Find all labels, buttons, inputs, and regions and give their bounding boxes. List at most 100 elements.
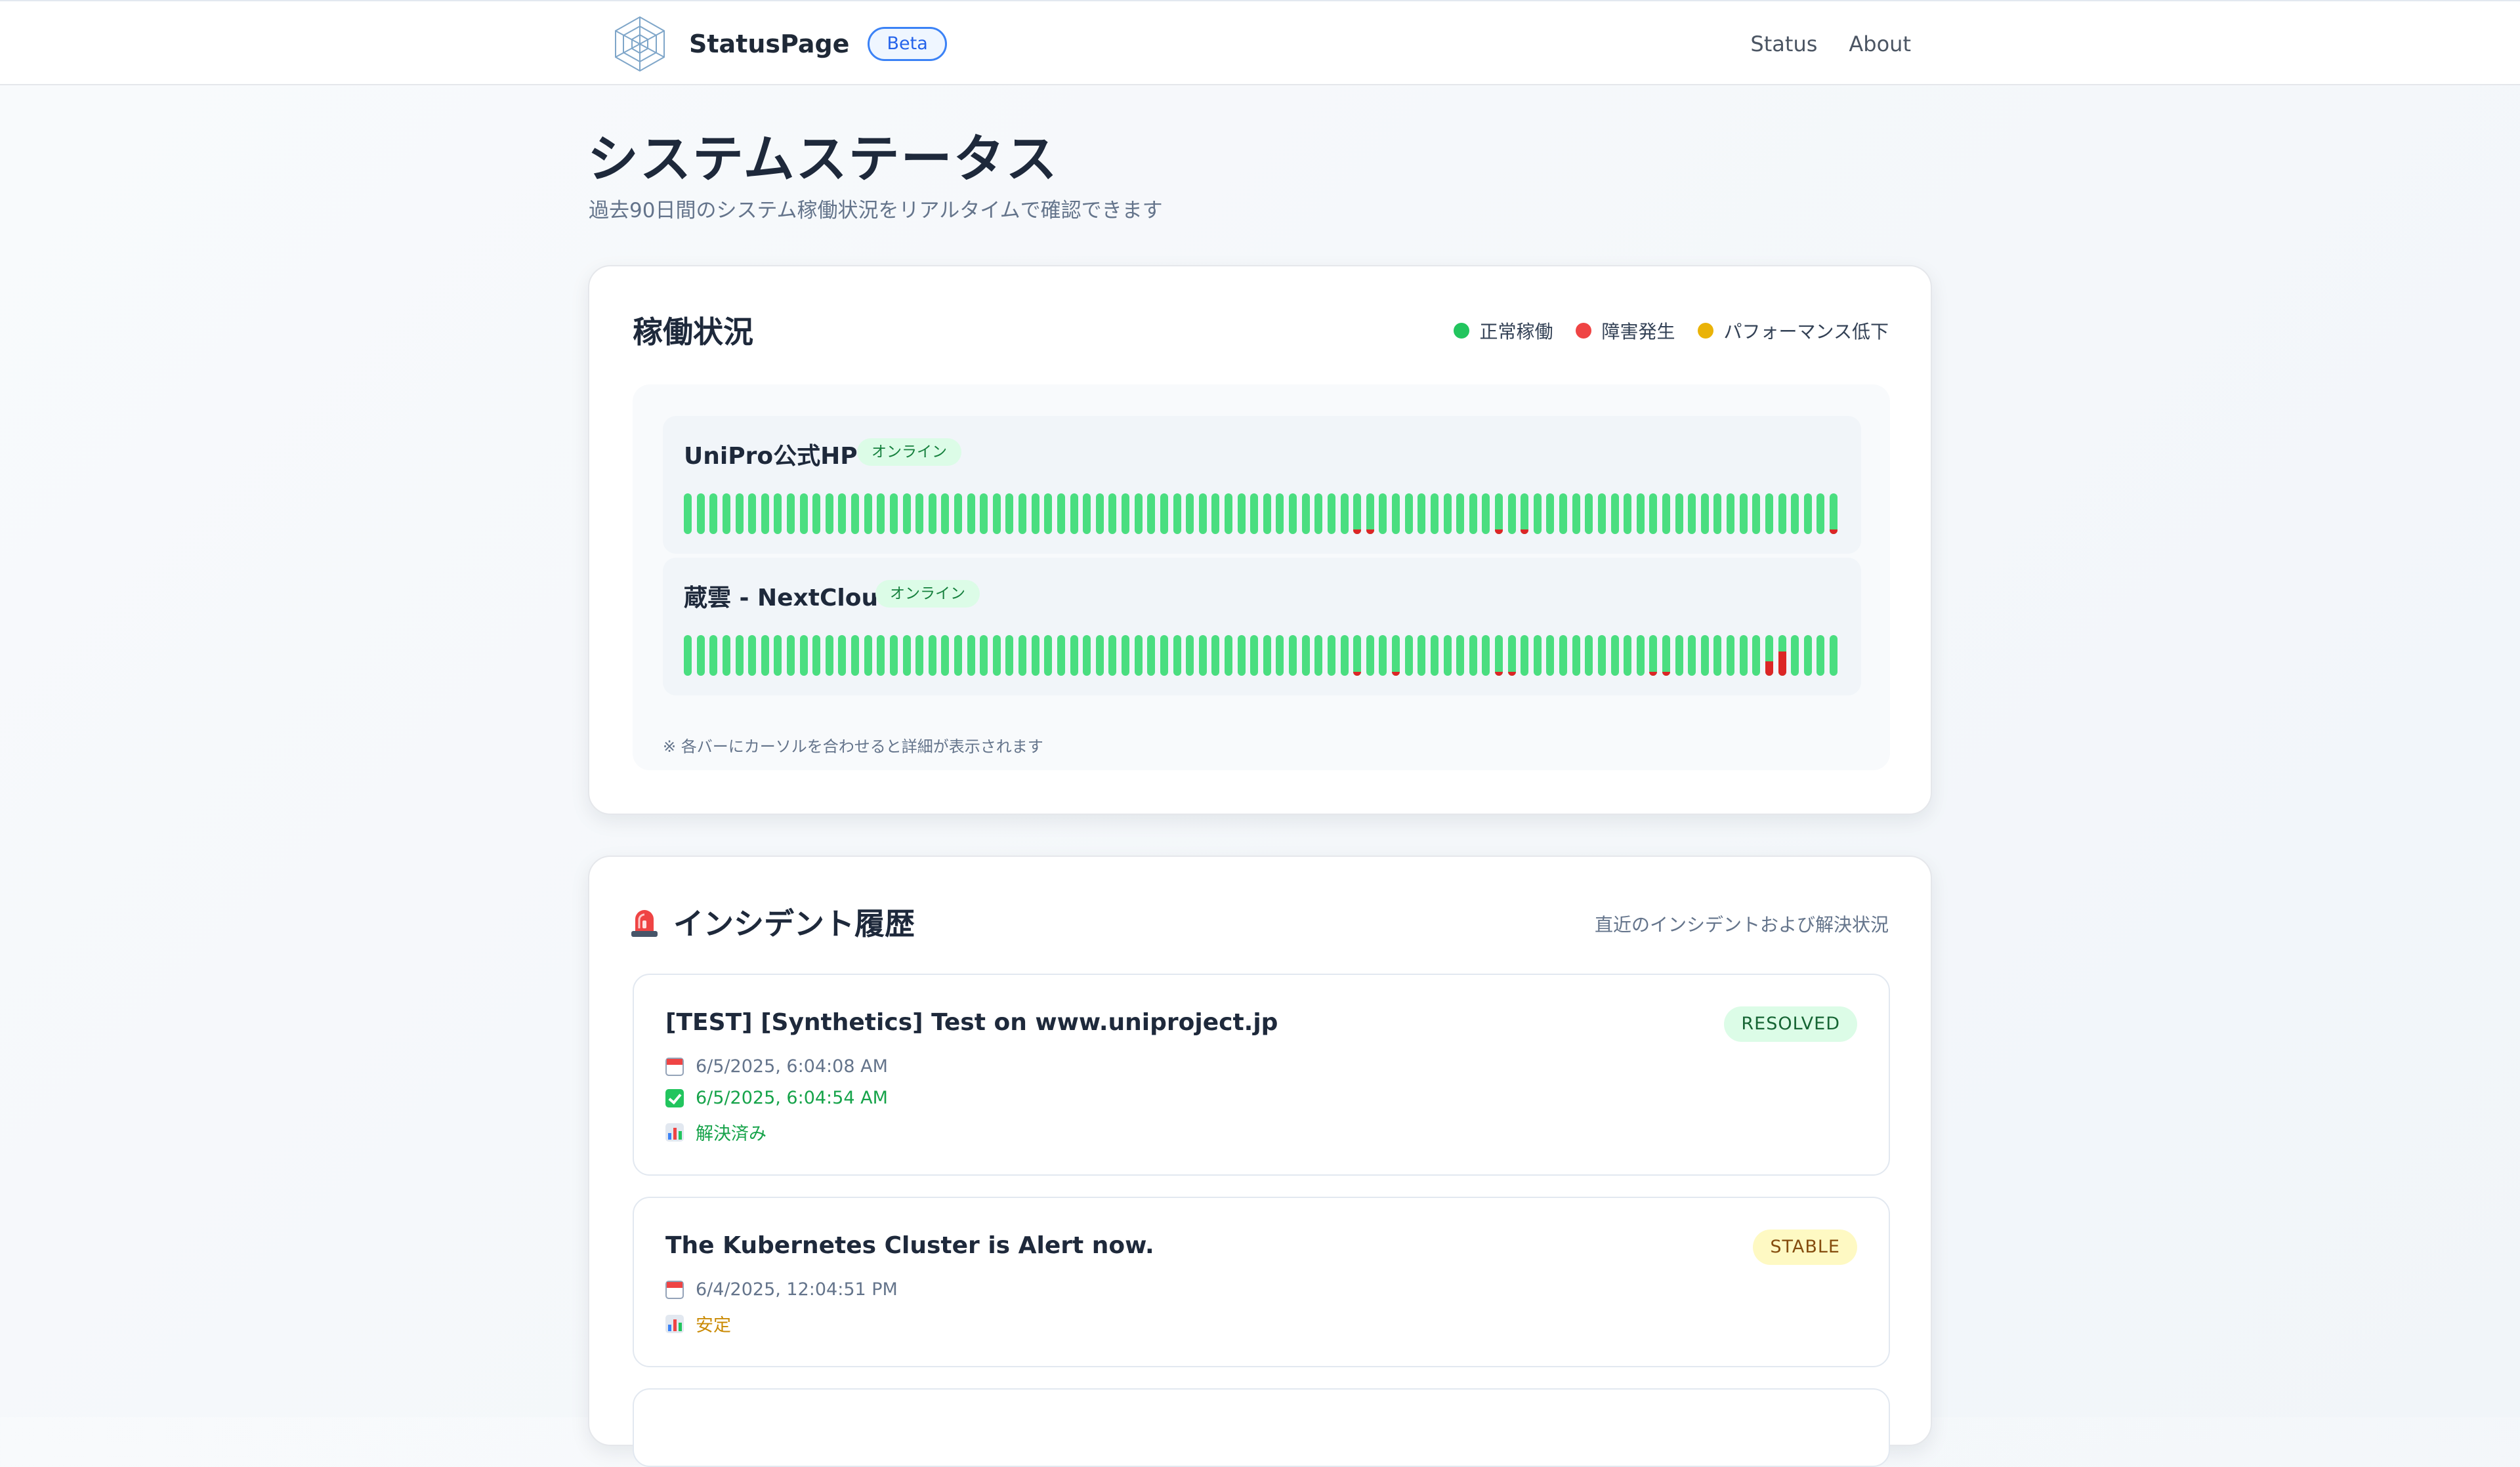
uptime-day-bar[interactable] [1494,635,1503,676]
uptime-day-bar[interactable] [1160,635,1168,676]
uptime-day-bar[interactable] [1147,493,1156,534]
uptime-day-bar[interactable] [1791,635,1799,676]
uptime-day-bar[interactable] [696,493,705,534]
uptime-day-bar[interactable] [992,635,1001,676]
uptime-day-bar[interactable] [1122,635,1129,676]
uptime-day-bar[interactable] [799,493,808,534]
uptime-day-bar[interactable] [1752,635,1761,676]
uptime-day-bar[interactable] [1173,493,1181,534]
uptime-day-bar[interactable] [941,493,950,534]
uptime-day-bar[interactable] [1765,493,1773,534]
uptime-day-bar[interactable] [1173,635,1181,676]
uptime-day-bar[interactable] [1301,493,1310,534]
uptime-day-bar[interactable] [1482,635,1490,676]
uptime-day-bar[interactable] [1443,635,1452,676]
uptime-day-bar[interactable] [1392,493,1400,534]
uptime-day-bar[interactable] [1083,493,1091,534]
uptime-day-bar[interactable] [889,493,898,534]
uptime-day-bar[interactable] [1585,493,1593,534]
uptime-day-bar[interactable] [1211,635,1220,676]
uptime-day-bar[interactable] [1739,493,1748,534]
uptime-day-bar[interactable] [1327,493,1335,534]
uptime-day-bar[interactable] [992,493,1001,534]
uptime-day-bar[interactable] [748,493,757,534]
uptime-day-bar[interactable] [1521,493,1529,534]
uptime-day-bar[interactable] [1752,493,1761,534]
uptime-day-bar[interactable] [1778,493,1786,534]
uptime-day-bar[interactable] [1456,635,1465,676]
uptime-day-bar[interactable] [1018,635,1027,676]
uptime-day-bar[interactable] [1675,493,1683,534]
uptime-day-bar[interactable] [1597,493,1606,534]
uptime-day-bar[interactable] [1353,635,1362,676]
uptime-day-bar[interactable] [1610,493,1619,534]
uptime-day-bar[interactable] [1289,635,1297,676]
uptime-day-bar[interactable] [1057,493,1065,534]
uptime-day-bar[interactable] [1211,493,1220,534]
uptime-day-bar[interactable] [1469,635,1477,676]
uptime-day-bar[interactable] [1379,635,1387,676]
uptime-day-bar[interactable] [1044,635,1053,676]
uptime-day-bar[interactable] [1662,493,1670,534]
uptime-day-bar[interactable] [761,635,769,676]
uptime-day-bar[interactable] [1559,635,1567,676]
uptime-day-bar[interactable] [1095,635,1104,676]
uptime-day-bar[interactable] [1044,493,1053,534]
uptime-day-bar[interactable] [1430,493,1438,534]
uptime-day-bar[interactable] [877,493,885,534]
uptime-day-bar[interactable] [1031,635,1040,676]
uptime-day-bar[interactable] [1572,493,1580,534]
uptime-day-bar[interactable] [1803,635,1812,676]
uptime-day-bar[interactable] [980,635,988,676]
uptime-day-bar[interactable] [1237,493,1246,534]
incident-item[interactable] [633,1388,1890,1467]
uptime-day-bar[interactable] [684,635,692,676]
uptime-day-bar[interactable] [1404,635,1413,676]
uptime-day-bar[interactable] [1327,635,1335,676]
uptime-day-bar[interactable] [1816,493,1825,534]
uptime-day-bar[interactable] [967,635,975,676]
uptime-day-bar[interactable] [1083,635,1091,676]
uptime-day-bar[interactable] [1289,493,1297,534]
uptime-day-bar[interactable] [1700,493,1709,534]
uptime-day-bar[interactable] [1624,493,1632,534]
uptime-day-bar[interactable] [1649,493,1658,534]
uptime-day-bar[interactable] [1018,493,1027,534]
uptime-day-bar[interactable] [1727,635,1735,676]
uptime-day-bar[interactable] [1340,635,1349,676]
uptime-day-bar[interactable] [1713,493,1722,534]
uptime-day-bar[interactable] [1031,493,1040,534]
uptime-day-bar[interactable] [1610,635,1619,676]
uptime-day-bar[interactable] [915,635,924,676]
uptime-day-bar[interactable] [1533,493,1542,534]
uptime-day-bar[interactable] [1005,493,1014,534]
uptime-day-bar[interactable] [722,635,730,676]
brand[interactable]: StatusPage Beta [610,14,947,73]
uptime-day-bar[interactable] [1739,635,1748,676]
uptime-day-bar[interactable] [786,635,795,676]
uptime-day-bar[interactable] [1830,635,1838,676]
nav-about-link[interactable]: About [1849,28,1911,60]
uptime-day-bar[interactable] [1057,635,1065,676]
uptime-day-bar[interactable] [748,635,757,676]
uptime-day-bar[interactable] [1366,493,1374,534]
uptime-day-bar[interactable] [1122,493,1129,534]
uptime-day-bar[interactable] [1546,635,1555,676]
uptime-day-bar[interactable] [1430,635,1438,676]
uptime-day-bar[interactable] [761,493,769,534]
uptime-day-bar[interactable] [877,635,885,676]
uptime-day-bar[interactable] [954,493,962,534]
uptime-day-bar[interactable] [1095,493,1104,534]
uptime-day-bar[interactable] [1186,635,1194,676]
uptime-day-bar[interactable] [1404,493,1413,534]
uptime-day-bar[interactable] [709,493,718,534]
uptime-day-bar[interactable] [1533,635,1542,676]
uptime-day-bar[interactable] [1250,635,1259,676]
uptime-day-bar[interactable] [786,493,795,534]
uptime-day-bar[interactable] [980,493,988,534]
uptime-day-bar[interactable] [1225,493,1232,534]
uptime-day-bar[interactable] [812,635,821,676]
uptime-day-bar[interactable] [902,635,911,676]
uptime-day-bar[interactable] [902,493,911,534]
uptime-day-bar[interactable] [1585,635,1593,676]
